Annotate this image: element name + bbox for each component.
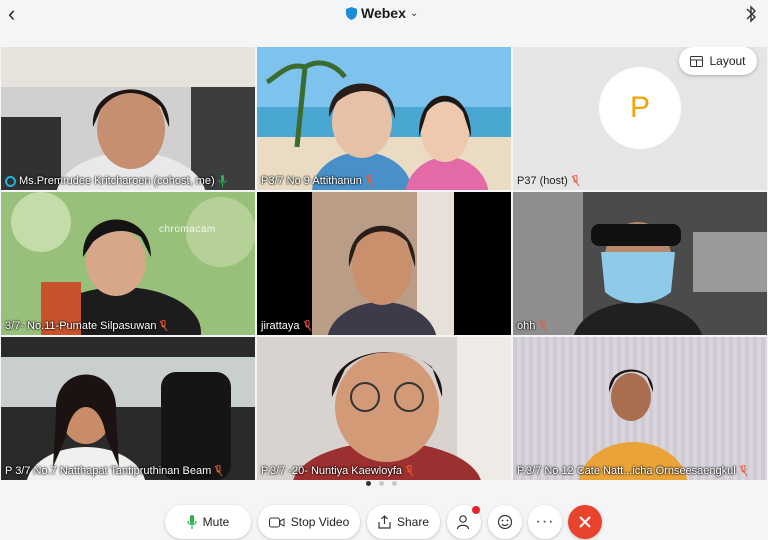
participant-name: P37 (host) [513, 172, 767, 190]
video-tile-nuntiya[interactable]: P.3/7 -20- Nuntiya Kaewloyfa [257, 337, 511, 480]
reactions-button[interactable] [488, 505, 522, 539]
participant-name-text: P37 (host) [517, 175, 568, 187]
avatar: P [599, 67, 681, 149]
page-dot[interactable] [379, 481, 384, 486]
mic-muted-icon [160, 320, 168, 332]
shield-icon [346, 6, 357, 20]
participant-name: Ms.Premrudee Kritcharoen (cohost, me) [1, 172, 255, 190]
mic-muted-icon [571, 175, 580, 187]
layout-grid-icon [690, 55, 704, 67]
stop-video-label: Stop Video [290, 515, 350, 529]
participant-name: P.3/7 -20- Nuntiya Kaewloyfa [257, 462, 511, 480]
participant-name-text: P3/7 No 9 Attithanun [261, 175, 362, 187]
participant-video [257, 337, 511, 480]
participant-video [513, 337, 767, 480]
participant-name: ohh [513, 317, 767, 335]
video-tile-ohh[interactable]: ohh [513, 192, 767, 335]
share-label: Share [396, 515, 430, 529]
more-options-button[interactable]: ··· [528, 505, 562, 539]
participants-button[interactable] [447, 505, 481, 539]
participants-icon [456, 515, 470, 530]
mic-muted-icon [214, 465, 223, 477]
video-tile-p37-host[interactable]: P Layout P37 (host) [513, 47, 767, 190]
ellipsis-icon: ··· [535, 513, 555, 530]
participant-name-text: P 3/7 No.7 Natthapat Tantipruthinan Beam [5, 465, 212, 477]
title-text: Webex [361, 5, 406, 21]
participant-video [257, 47, 511, 190]
video-camera-icon [268, 517, 285, 527]
video-tile-natthapat[interactable]: P 3/7 No.7 Natthapat Tantipruthinan Beam [1, 337, 255, 480]
back-chevron-icon[interactable]: ‹ [8, 2, 26, 26]
video-tile-cate[interactable]: P.3/7 No.12 Cate Natt...icha Ornseesaeng… [513, 337, 767, 480]
mic-muted-icon [303, 320, 311, 332]
participant-name-text: ohh [517, 320, 536, 332]
layout-label: Layout [709, 54, 746, 68]
meeting-controls: Mute Stop Video Share ··· [0, 503, 768, 540]
bluetooth-icon [746, 5, 756, 23]
close-icon [579, 516, 591, 528]
video-tile-premrudee[interactable]: Ms.Premrudee Kritcharoen (cohost, me) [1, 47, 255, 190]
participant-name-text: 3/7- No.11-Pumate Silpasuwan [5, 320, 157, 332]
participant-name: P3/7 No 9 Attithanun [257, 172, 511, 190]
page-indicator[interactable] [366, 481, 397, 486]
share-button[interactable]: Share [367, 505, 440, 539]
participant-name-text: P.3/7 -20- Nuntiya Kaewloyfa [261, 465, 403, 477]
mute-button[interactable]: Mute [165, 505, 251, 539]
participant-name: P.3/7 No.12 Cate Natt...icha Ornseesaeng… [513, 462, 767, 480]
meeting-title[interactable]: Webex ⌄ [346, 5, 418, 21]
participant-video [1, 192, 255, 335]
participant-video [513, 192, 767, 335]
layout-button[interactable]: Layout [679, 47, 757, 75]
participant-name-text: jirattaya [261, 320, 300, 332]
video-grid: Ms.Premrudee Kritcharoen (cohost, me) P3… [0, 47, 768, 480]
video-tile-jirattaya[interactable]: jirattaya [257, 192, 511, 335]
page-dot[interactable] [392, 481, 397, 486]
video-tile-attithanun[interactable]: P3/7 No 9 Attithanun [257, 47, 511, 190]
mic-active-icon [218, 175, 227, 187]
chevron-down-icon: ⌄ [409, 7, 419, 19]
video-tile-pumate[interactable]: chromacam 3/7- No.11-Pumate Silpasuwan [1, 192, 255, 335]
stop-video-button[interactable]: Stop Video [258, 505, 360, 539]
participant-name-text: P.3/7 No.12 Cate Natt...icha Ornseesaeng… [517, 465, 736, 477]
participant-video [257, 192, 511, 335]
participant-name-text: Ms.Premrudee Kritcharoen (cohost, me) [19, 175, 215, 187]
participant-video [1, 47, 255, 190]
share-icon [378, 515, 391, 529]
leave-meeting-button[interactable] [568, 505, 602, 539]
participant-video [1, 337, 255, 480]
webex-status-icon [5, 175, 16, 187]
notification-badge [472, 506, 480, 514]
mic-muted-icon [405, 465, 414, 477]
smiley-icon [497, 514, 513, 530]
chromacam-watermark: chromacam [159, 224, 216, 235]
page-dot-active[interactable] [366, 481, 371, 486]
mic-muted-icon [365, 175, 374, 187]
mic-muted-icon [739, 465, 748, 477]
participant-name: 3/7- No.11-Pumate Silpasuwan [1, 317, 255, 335]
top-bar: ‹ Webex ⌄ [0, 0, 768, 30]
participant-name: P 3/7 No.7 Natthapat Tantipruthinan Beam [1, 462, 255, 480]
participant-name: jirattaya [257, 317, 511, 335]
microphone-icon [187, 515, 197, 529]
mute-label: Mute [202, 515, 230, 529]
mic-muted-icon [538, 320, 547, 332]
